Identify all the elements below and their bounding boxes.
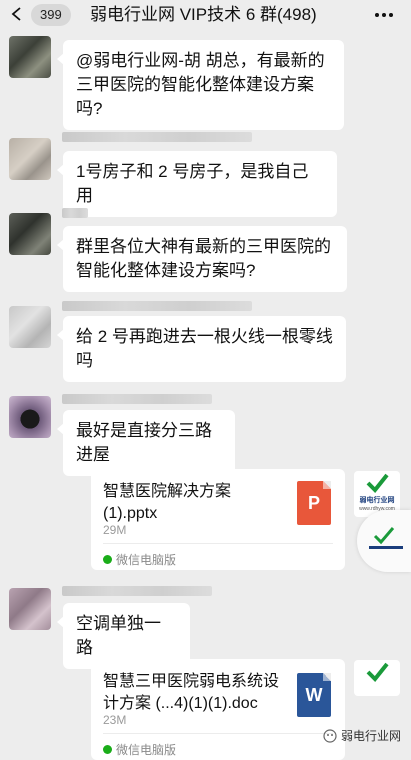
pptx-file-icon: P <box>297 481 331 525</box>
message-text: @弱电行业网-胡 胡总，有最新的三甲医院的智能化整体建设方案吗? <box>76 51 325 118</box>
avatar[interactable] <box>9 36 51 78</box>
file-size: 23M <box>103 713 127 727</box>
avatar[interactable] <box>9 588 51 630</box>
avatar[interactable] <box>9 306 51 348</box>
file-source: 微信电脑版 <box>103 741 176 758</box>
sender-name <box>62 208 88 218</box>
file-source-label: 微信电脑版 <box>116 743 177 757</box>
chat-header: 399 弱电行业网 VIP技术 6 群(498) <box>0 0 411 30</box>
message-text: 空调单独一路 <box>76 614 161 657</box>
watermark-logo <box>354 660 400 696</box>
divider <box>103 733 333 734</box>
sender-name <box>62 132 252 142</box>
sender-name <box>62 586 212 596</box>
wechat-pc-icon <box>103 555 112 564</box>
unread-count-badge[interactable]: 399 <box>31 4 71 26</box>
widget-logo-icon <box>369 527 403 549</box>
file-name: 智慧医院解决方案(1).pptx <box>103 483 232 522</box>
message-text: 最好是直接分三路进屋 <box>76 421 212 464</box>
file-message-card[interactable]: 智慧医院解决方案(1).pptx 29M P 微信电脑版 <box>91 469 345 570</box>
avatar[interactable] <box>9 138 51 180</box>
file-source-label: 微信电脑版 <box>116 553 177 567</box>
check-logo-icon <box>366 473 389 493</box>
avatar[interactable] <box>9 213 51 255</box>
message-bubble[interactable]: 给 2 号再跑进去一根火线一根零线吗 <box>57 316 346 382</box>
file-name: 智慧三甲医院弱电系统设计方案 (...4)(1)(1).doc <box>103 673 280 712</box>
footer-watermark: 弱电行业网 <box>323 727 401 744</box>
message-bubble[interactable]: 1号房子和 2 号房子，是我自己用 <box>57 151 337 217</box>
chat-title: 弱电行业网 VIP技术 6 群(498) <box>90 5 317 24</box>
file-source: 微信电脑版 <box>103 551 176 568</box>
file-size: 29M <box>103 523 127 537</box>
divider <box>103 543 333 544</box>
more-options-icon[interactable] <box>373 7 395 23</box>
message-text: 1号房子和 2 号房子，是我自己用 <box>76 162 309 205</box>
message-bubble[interactable]: 最好是直接分三路进屋 <box>57 410 235 476</box>
floating-side-widget[interactable] <box>357 510 411 572</box>
message-text: 群里各位大神有最新的三甲医院的智能化整体建设方案吗? <box>76 237 331 280</box>
file-message-card[interactable]: 智慧三甲医院弱电系统设计方案 (...4)(1)(1).doc 23M W 微信… <box>91 659 345 760</box>
message-text: 给 2 号再跑进去一根火线一根零线吗 <box>76 327 333 370</box>
doc-file-icon: W <box>297 673 331 717</box>
message-bubble[interactable]: 群里各位大神有最新的三甲医院的智能化整体建设方案吗? <box>57 226 347 292</box>
wechat-pc-icon <box>103 745 112 754</box>
check-logo-icon <box>366 662 389 682</box>
watermark-brand: 弱电行业网 <box>359 497 395 504</box>
avatar[interactable] <box>9 396 51 438</box>
wechat-official-account-icon <box>323 728 337 743</box>
back-arrow-icon[interactable] <box>10 7 24 21</box>
sender-name <box>62 301 252 311</box>
footer-watermark-text: 弱电行业网 <box>340 729 401 743</box>
sender-name <box>62 394 212 404</box>
message-bubble[interactable]: @弱电行业网-胡 胡总，有最新的三甲医院的智能化整体建设方案吗? <box>57 40 344 130</box>
